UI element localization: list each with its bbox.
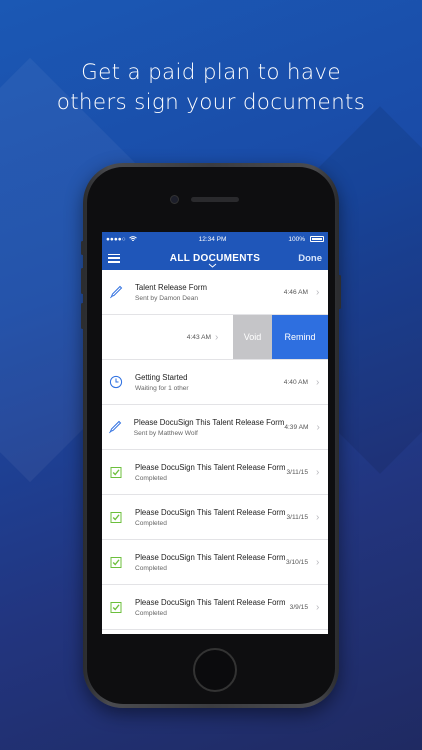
document-time: 4:43 AM — [186, 333, 211, 341]
document-time: 3/9/15 — [289, 603, 308, 611]
chevron-right-icon: › — [316, 466, 320, 478]
document-title: Getting Started — [135, 372, 188, 382]
list-item-swiped[interactable]: 4:43 AM › Void Remind — [102, 315, 328, 360]
chevron-right-icon: › — [316, 556, 320, 568]
nav-title[interactable]: ALL DOCUMENTS — [102, 253, 328, 264]
pen-icon — [102, 420, 129, 434]
document-subtitle: Completed — [135, 519, 167, 527]
chevron-right-icon: › — [316, 601, 320, 613]
list-item[interactable]: Please DocuSign This Talent Release Form… — [102, 495, 328, 540]
battery-icon — [310, 236, 324, 242]
battery-percent: 100% — [288, 235, 305, 243]
app-screen: ●●●●○ 12:34 PM 100% ALL DOCUMENTS Done T… — [102, 232, 328, 634]
document-subtitle: Completed — [135, 564, 167, 572]
document-time: 4:40 AM — [283, 378, 308, 386]
list-item[interactable]: Please DocuSign This Talent Release Form… — [102, 450, 328, 495]
document-time: 3/10/15 — [286, 558, 308, 566]
document-subtitle: Sent by Matthew Wolf — [133, 429, 198, 437]
document-time: 3/11/15 — [286, 468, 308, 476]
document-subtitle: Waiting for 1 other — [135, 384, 189, 392]
document-subtitle: Completed — [135, 474, 167, 482]
document-title: Please DocuSign This Talent Release Form — [135, 462, 286, 472]
headline-line-1: Get a paid plan to have — [81, 60, 341, 85]
wifi-icon — [128, 236, 137, 241]
power-button — [338, 275, 341, 309]
completed-icon — [102, 510, 130, 524]
list-item[interactable]: Please DocuSign This Talent Release Form… — [102, 585, 328, 630]
list-item[interactable]: Talent Release Form Sent by Damon Dean 4… — [102, 270, 328, 315]
volume-up-button — [81, 268, 84, 294]
promo-headline: Get a paid plan to have others sign your… — [0, 58, 422, 118]
pen-icon — [102, 285, 130, 299]
volume-down-button — [81, 303, 84, 329]
nav-bar: ALL DOCUMENTS Done — [102, 246, 328, 270]
document-time: 4:46 AM — [283, 288, 308, 296]
completed-icon — [102, 555, 130, 569]
chevron-right-icon: › — [316, 421, 320, 433]
remind-button[interactable]: Remind — [272, 315, 328, 359]
document-time: 4:39 AM — [284, 423, 309, 431]
chevron-right-icon: › — [215, 331, 219, 343]
front-camera — [170, 195, 179, 204]
status-time: 12:34 PM — [198, 235, 227, 243]
document-list: Talent Release Form Sent by Damon Dean 4… — [102, 270, 328, 630]
clock-icon — [102, 375, 130, 389]
document-title: Please DocuSign This Talent Release Form — [133, 417, 285, 427]
void-button[interactable]: Void — [233, 315, 272, 359]
list-item[interactable]: Please DocuSign This Talent Release Form… — [102, 405, 328, 450]
document-time: 3/11/15 — [286, 513, 308, 521]
document-subtitle: Completed — [135, 609, 167, 617]
signal-indicator: ●●●●○ — [106, 235, 126, 243]
document-title: Please DocuSign This Talent Release Form — [135, 597, 286, 607]
list-item[interactable]: Please DocuSign This Talent Release Form… — [102, 540, 328, 585]
status-bar: ●●●●○ 12:34 PM 100% — [102, 232, 328, 246]
phone-frame: ●●●●○ 12:34 PM 100% ALL DOCUMENTS Done T… — [81, 163, 341, 708]
chevron-right-icon: › — [316, 376, 320, 388]
chevron-right-icon: › — [316, 511, 320, 523]
document-title: Please DocuSign This Talent Release Form — [135, 552, 286, 562]
document-title: Talent Release Form — [135, 282, 207, 292]
mute-switch — [81, 241, 84, 255]
chevron-down-icon[interactable] — [208, 263, 217, 268]
chevron-right-icon: › — [316, 286, 320, 298]
completed-icon — [102, 600, 130, 614]
headline-line-2: others sign your documents — [56, 90, 366, 115]
document-title: Please DocuSign This Talent Release Form — [135, 507, 286, 517]
list-item[interactable]: Getting Started Waiting for 1 other 4:40… — [102, 360, 328, 405]
completed-icon — [102, 465, 130, 479]
document-subtitle: Sent by Damon Dean — [135, 294, 199, 302]
earpiece-speaker — [191, 197, 239, 202]
home-button[interactable] — [193, 648, 237, 692]
